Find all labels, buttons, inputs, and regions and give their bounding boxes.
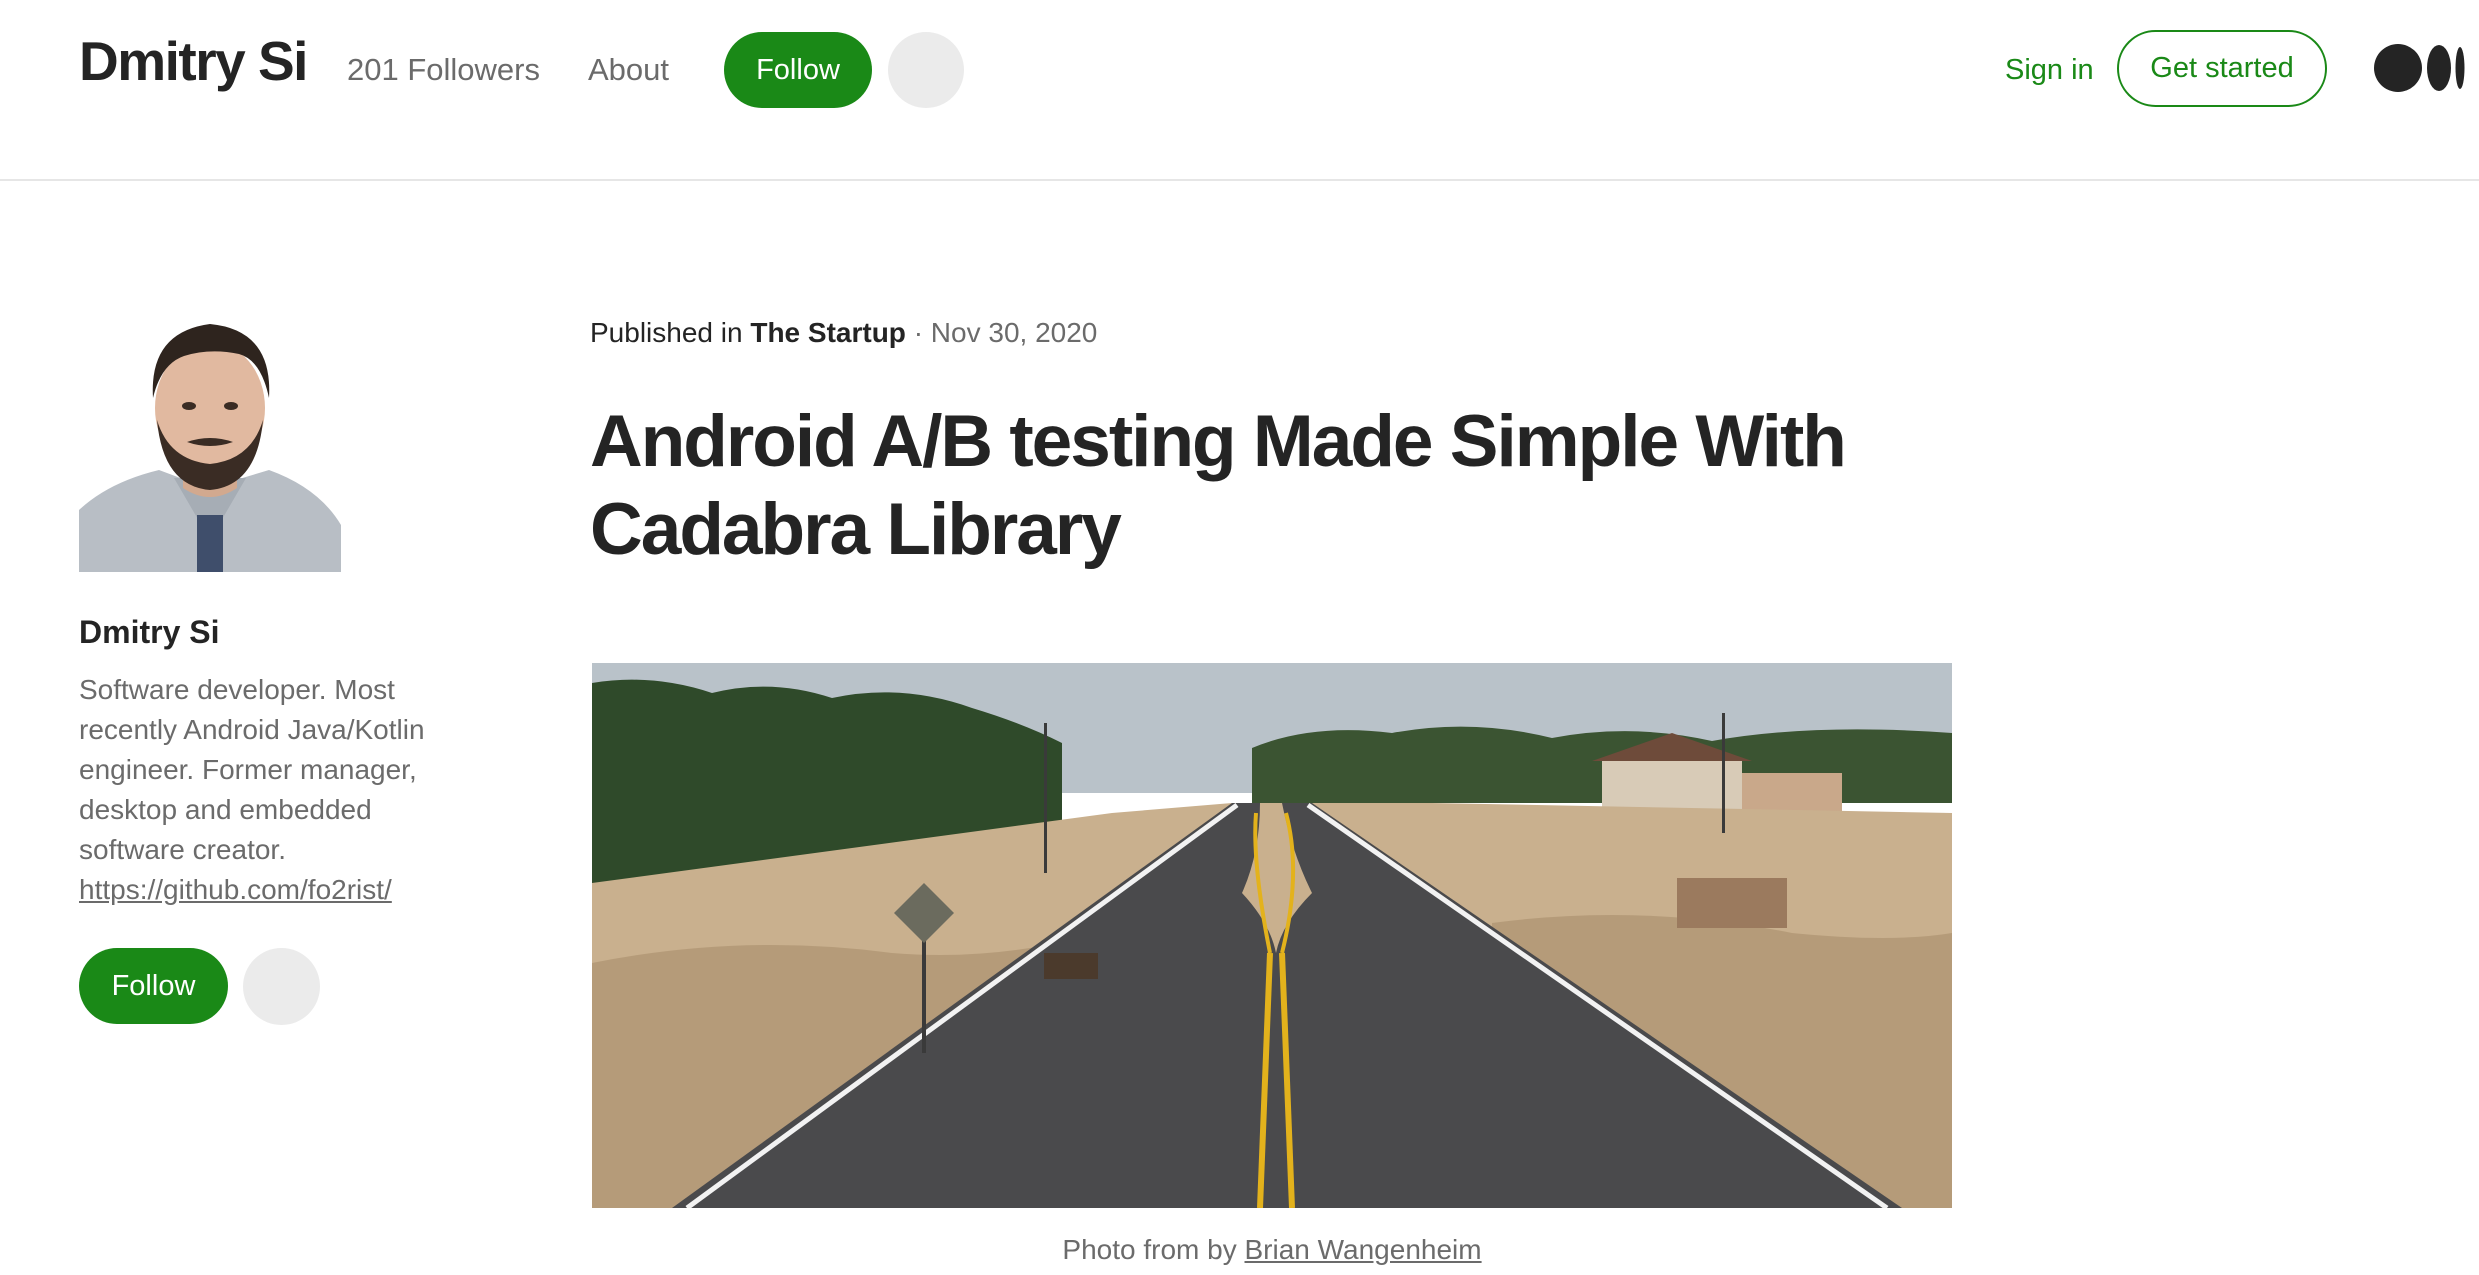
author-name[interactable]: Dmitry Si (79, 612, 219, 652)
byline-separator: · (913, 317, 924, 348)
author-photo-image (79, 310, 341, 572)
caption-prefix: Photo from by (1062, 1234, 1237, 1265)
published-in-label: Published in (590, 317, 743, 348)
sign-in-link[interactable]: Sign in (2005, 50, 2094, 90)
caption-author-link[interactable]: Brian Wangenheim (1245, 1234, 1482, 1265)
profile-name-link[interactable]: Dmitry Si (79, 28, 308, 94)
author-bio: Software developer. Most recently Androi… (79, 674, 425, 865)
hero-image[interactable] (592, 663, 1952, 1208)
sidebar-subscribe-button[interactable] (243, 948, 320, 1025)
road-photo (592, 663, 1952, 1208)
author-avatar[interactable] (79, 310, 341, 572)
image-caption: Photo from by Brian Wangenheim (592, 1232, 1952, 1268)
publish-date: Nov 30, 2020 (930, 317, 1098, 348)
sidebar-follow-button[interactable]: Follow (79, 948, 228, 1024)
get-started-button[interactable]: Get started (2117, 30, 2327, 107)
about-link[interactable]: About (588, 50, 669, 90)
article-byline: Published in The Startup · Nov 30, 2020 (590, 314, 1097, 352)
publication-link[interactable]: The Startup (750, 317, 906, 348)
article-title: Android A/B testing Made Simple With Cad… (590, 401, 1847, 570)
header-follow-button[interactable]: Follow (724, 32, 872, 108)
header-subscribe-button[interactable] (888, 32, 964, 108)
medium-logo-icon[interactable] (2374, 44, 2466, 92)
followers-link[interactable]: 201 Followers (347, 50, 540, 90)
author-github-link[interactable]: https://github.com/fo2rist/ (79, 870, 392, 910)
top-nav: Dmitry Si 201 Followers About Follow Sig… (0, 0, 2479, 181)
